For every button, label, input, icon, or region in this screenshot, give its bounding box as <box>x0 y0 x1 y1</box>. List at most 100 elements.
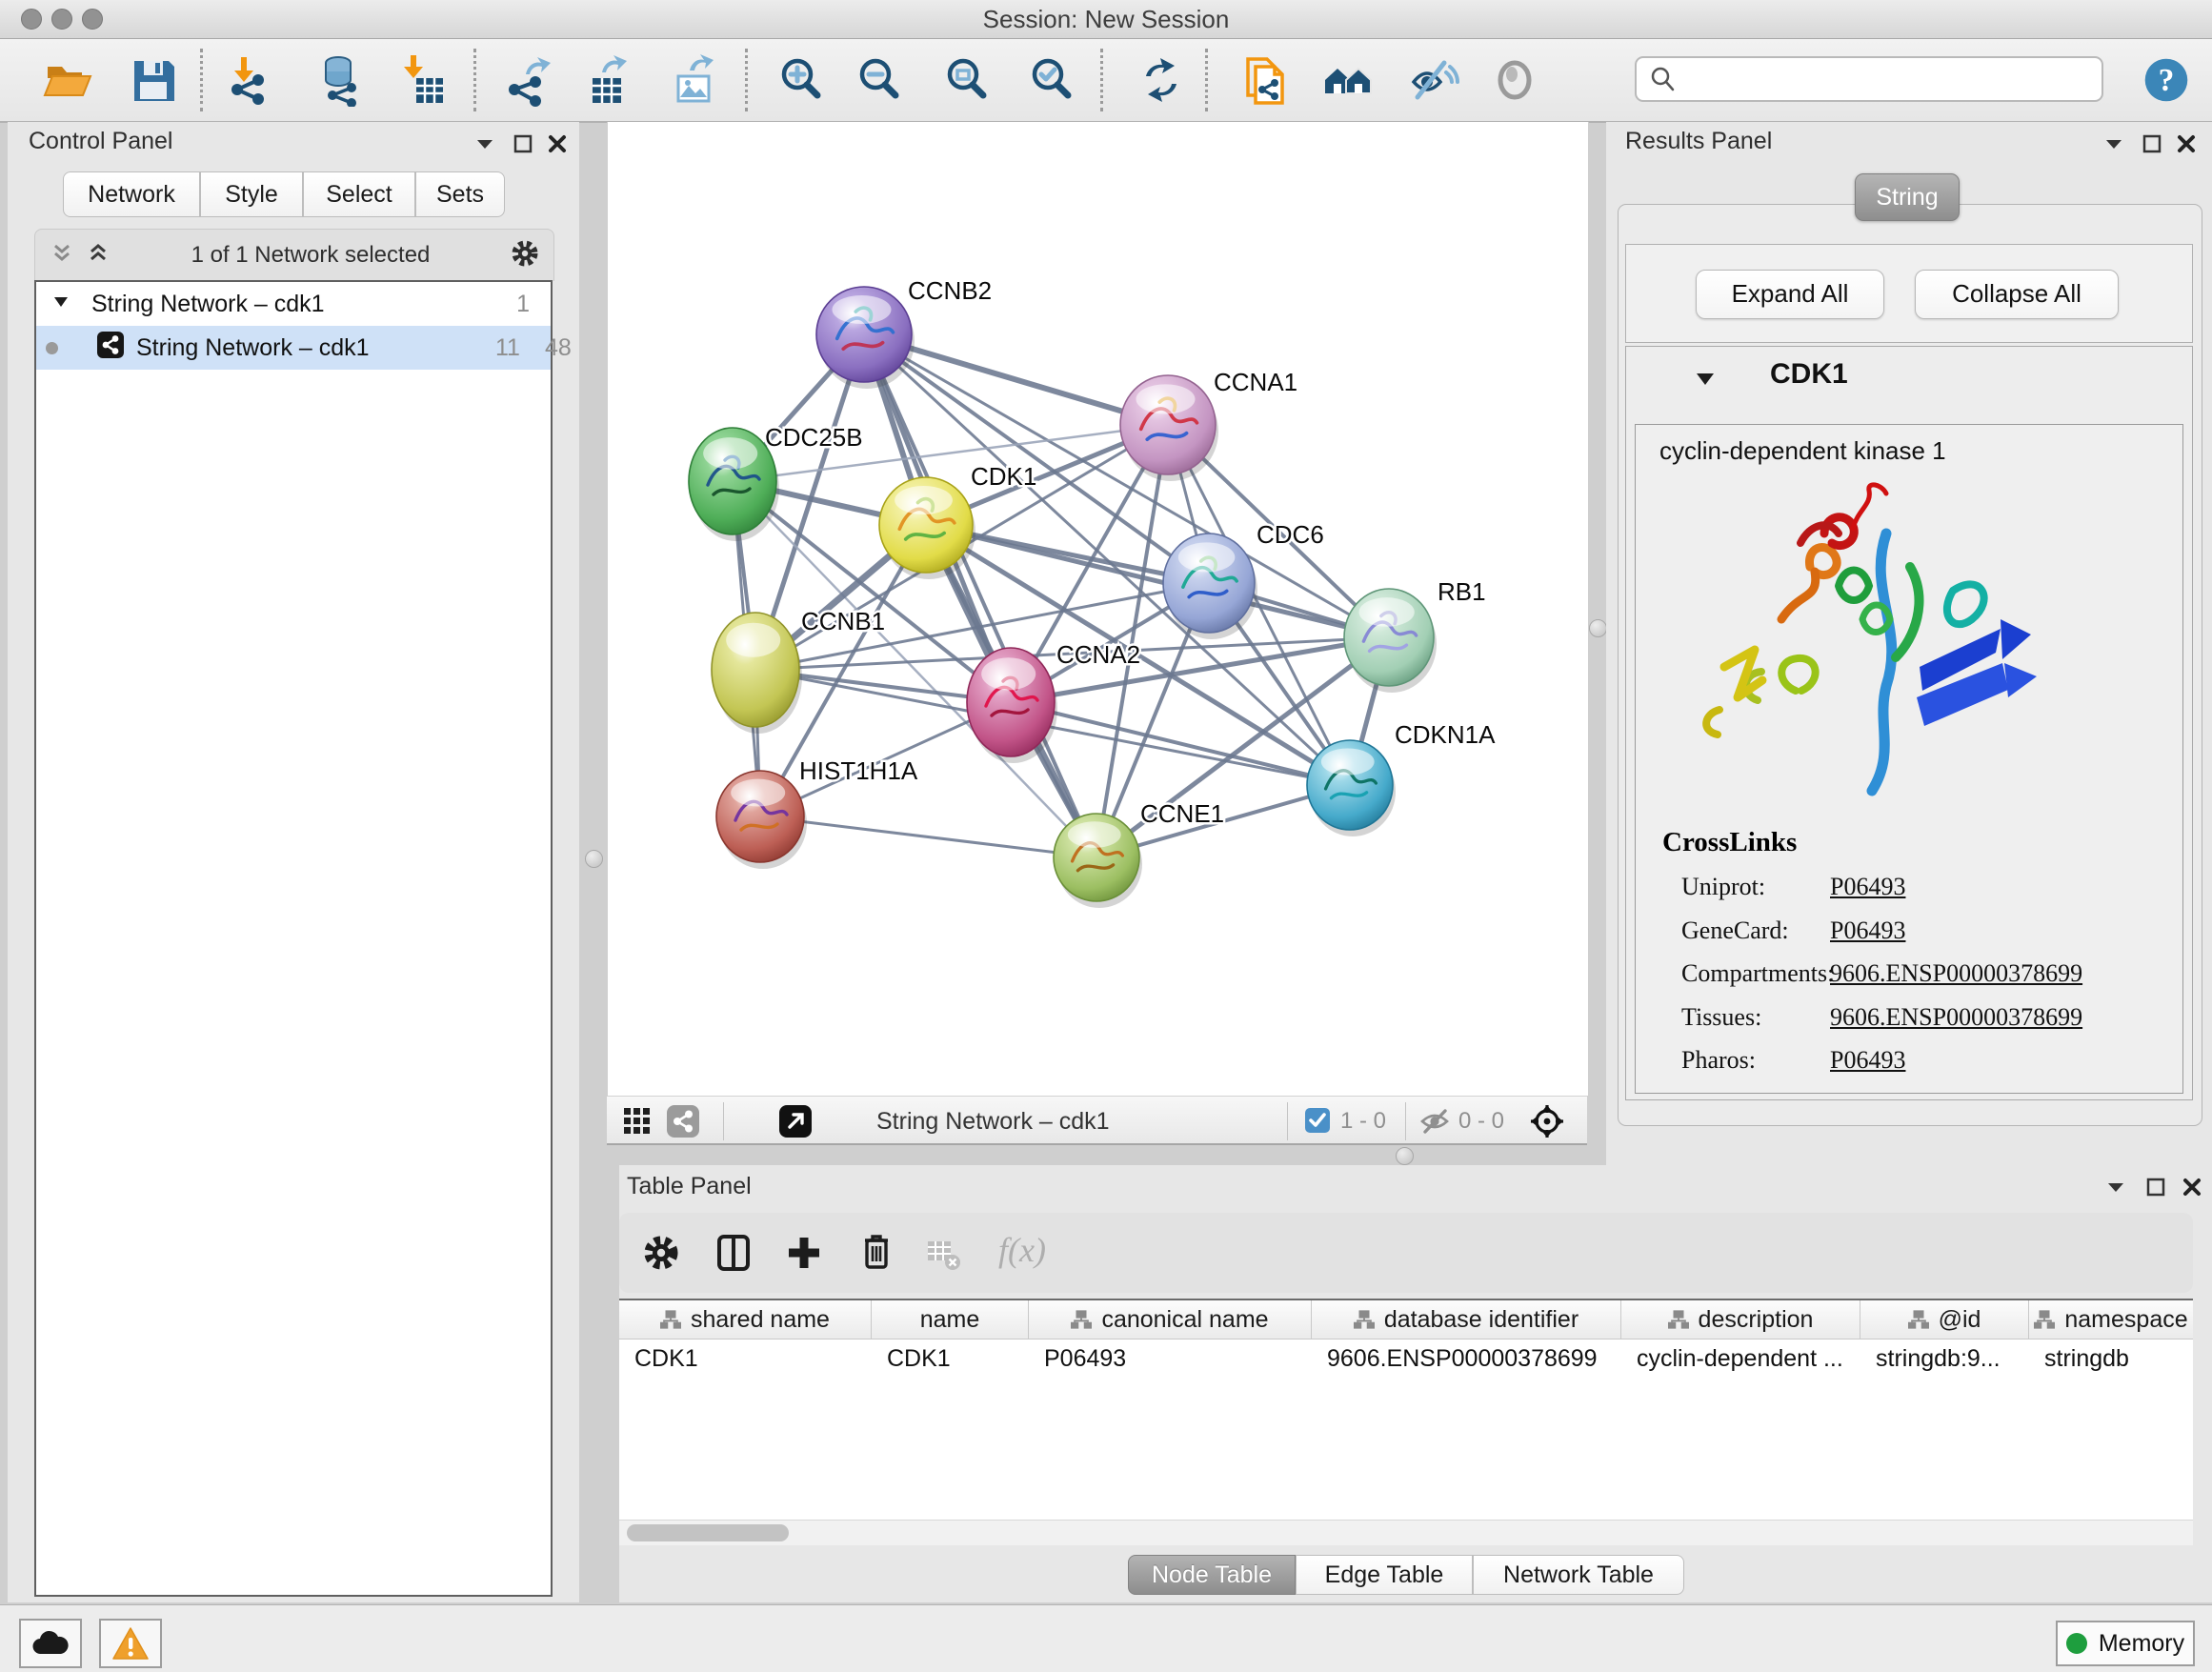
network-node[interactable]: CDC6 <box>1163 520 1324 639</box>
gene-disclosure-icon[interactable] <box>1694 368 1717 395</box>
select-columns-icon[interactable] <box>713 1232 754 1279</box>
network-node[interactable]: CDC25B <box>689 423 863 541</box>
column-header-label: shared name <box>691 1306 830 1334</box>
tab-network-table[interactable]: Network Table <box>1473 1555 1684 1595</box>
horizontal-scrollbar[interactable] <box>619 1520 2193 1545</box>
panel-menu-icon[interactable] <box>2103 1175 2128 1199</box>
column-header-shared-name[interactable]: shared name <box>619 1300 872 1339</box>
delete-column-trash-icon[interactable] <box>855 1230 897 1277</box>
panel-menu-icon[interactable] <box>473 131 497 156</box>
column-header-canonical-name[interactable]: canonical name <box>1029 1300 1312 1339</box>
network-node[interactable]: HIST1H1A <box>716 756 918 869</box>
cloud-status-button[interactable] <box>19 1619 82 1668</box>
network-node[interactable]: RB1 <box>1344 577 1486 693</box>
tab-select[interactable]: Select <box>303 171 415 217</box>
panel-close-icon[interactable] <box>545 131 570 156</box>
table-row[interactable]: CDK1 CDK1 P06493 9606.ENSP00000378699 cy… <box>619 1340 2193 1378</box>
tab-node-table[interactable]: Node Table <box>1128 1555 1296 1595</box>
network-node[interactable]: CDKN1A <box>1307 720 1496 836</box>
toolbar-separator <box>1405 1102 1406 1140</box>
birds-eye-view-icon[interactable] <box>1529 1103 1565 1144</box>
import-table-from-file-icon[interactable] <box>395 53 449 107</box>
zoom-fit-icon[interactable] <box>940 53 994 107</box>
help-icon[interactable]: ? <box>2142 55 2195 109</box>
import-network-from-database-icon[interactable] <box>313 53 367 107</box>
network-canvas[interactable]: CCNB2CCNA1CDC25BCDK1CDC6RB1CCNB1CCNA2CDK… <box>607 122 1589 1096</box>
grid-view-icon[interactable] <box>622 1106 653 1141</box>
column-header-name[interactable]: name <box>872 1300 1029 1339</box>
zoom-in-icon[interactable] <box>774 53 828 107</box>
panel-close-icon[interactable] <box>2174 131 2199 156</box>
collection-label: String Network – cdk1 <box>91 291 325 318</box>
zoom-out-icon[interactable] <box>853 53 906 107</box>
search-field[interactable] <box>1635 56 2103 102</box>
column-namespace-icon <box>1908 1309 1929 1330</box>
scrollbar-thumb[interactable] <box>627 1524 789 1541</box>
export-image-icon[interactable] <box>667 53 720 107</box>
panel-float-icon[interactable] <box>511 131 535 156</box>
column-header-namespace[interactable]: namespace <box>2029 1300 2193 1339</box>
hidden-eye-icon[interactable] <box>1418 1105 1451 1142</box>
save-session-icon[interactable] <box>127 53 180 107</box>
gear-icon[interactable] <box>510 238 540 273</box>
tab-string-label: String <box>1876 184 1938 211</box>
tab-string[interactable]: String <box>1855 173 1960 221</box>
network-tree: String Network – cdk1 1 String Network –… <box>34 280 553 1597</box>
network-node[interactable]: CDK1 <box>879 462 1036 579</box>
zoom-selected-icon[interactable] <box>1025 53 1078 107</box>
table-settings-gear-icon[interactable] <box>640 1232 682 1279</box>
panel-menu-icon[interactable] <box>2101 131 2126 156</box>
expand-all-label: Expand All <box>1732 279 1849 308</box>
expand-all-button[interactable]: Expand All <box>1696 270 1884 319</box>
table-header-row: shared name name canonical name database… <box>619 1300 2193 1340</box>
splitter-handle[interactable] <box>585 850 603 868</box>
network-edge[interactable] <box>760 816 1096 857</box>
warnings-button[interactable] <box>99 1619 162 1668</box>
search-input[interactable] <box>1684 65 2101 93</box>
column-header-database-identifier[interactable]: database identifier <box>1312 1300 1621 1339</box>
export-table-icon[interactable] <box>579 53 633 107</box>
network-view-icon[interactable] <box>666 1104 700 1143</box>
table-panel: Table Panel f(x) shared name name <box>619 1165 2201 1602</box>
network-collection-row[interactable]: String Network – cdk1 1 <box>36 282 551 326</box>
hide-selection-icon[interactable] <box>1406 53 1459 107</box>
add-column-icon[interactable] <box>783 1232 825 1279</box>
detach-view-icon[interactable] <box>778 1104 813 1143</box>
show-graphics-details-icon[interactable] <box>1488 53 1541 107</box>
memory-button[interactable]: Memory <box>2056 1621 2195 1666</box>
update-network-icon[interactable] <box>1135 53 1188 107</box>
import-network-from-file-icon[interactable] <box>224 53 277 107</box>
column-namespace-icon <box>1071 1309 1092 1330</box>
panel-float-icon[interactable] <box>2143 1175 2168 1199</box>
tab-edge-table[interactable]: Edge Table <box>1296 1555 1473 1595</box>
collapse-all-button[interactable]: Collapse All <box>1915 270 2119 319</box>
crosslink-label: Uniprot: <box>1681 873 1765 900</box>
export-network-icon[interactable] <box>501 53 554 107</box>
column-header-id[interactable]: @id <box>1860 1300 2029 1339</box>
network-node-label: CDK1 <box>971 462 1036 491</box>
new-network-from-selection-icon[interactable] <box>1238 53 1292 107</box>
disclosure-triangle-icon[interactable] <box>51 291 70 318</box>
show-all-nodes-edges-icon[interactable] <box>1321 53 1375 107</box>
tab-sets[interactable]: Sets <box>415 171 505 217</box>
collapse-all-icon[interactable] <box>49 240 75 272</box>
network-row[interactable]: String Network – cdk1 11 48 <box>36 326 551 370</box>
network-node[interactable]: CCNB1 <box>712 607 885 734</box>
panel-float-icon[interactable] <box>2140 131 2164 156</box>
column-header-description[interactable]: description <box>1621 1300 1860 1339</box>
crosslink-link[interactable]: P06493 <box>1830 873 1905 901</box>
crosslink-link[interactable]: P06493 <box>1830 917 1905 945</box>
expand-all-icon[interactable] <box>85 240 111 272</box>
memory-label: Memory <box>2099 1630 2184 1658</box>
splitter-handle[interactable] <box>1396 1147 1414 1165</box>
crosslink-link[interactable]: P06493 <box>1830 1046 1905 1075</box>
window-title: Session: New Session <box>0 0 2212 38</box>
open-session-icon[interactable] <box>41 53 94 107</box>
selected-checkbox-icon[interactable] <box>1304 1107 1331 1138</box>
tab-style[interactable]: Style <box>200 171 303 217</box>
crosslink-link[interactable]: 9606.ENSP00000378699 <box>1830 1003 2082 1032</box>
tab-network[interactable]: Network <box>63 171 200 217</box>
crosslink-link[interactable]: 9606.ENSP00000378699 <box>1830 959 2082 988</box>
splitter-handle[interactable] <box>1589 619 1607 637</box>
panel-close-icon[interactable] <box>2180 1175 2204 1199</box>
